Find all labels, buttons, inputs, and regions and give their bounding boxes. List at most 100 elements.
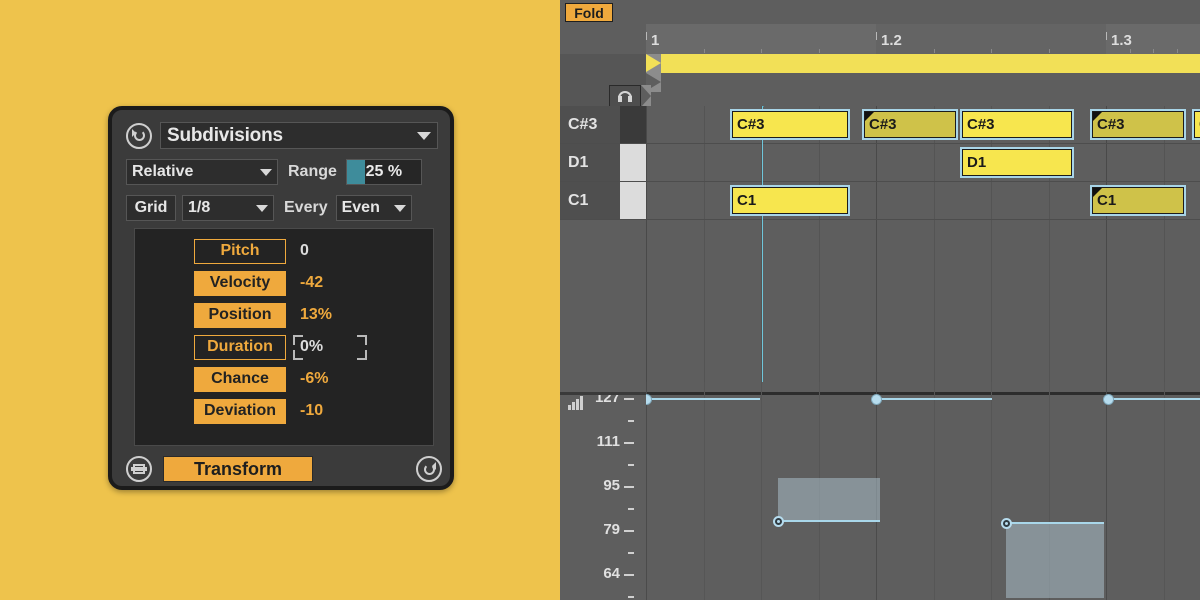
playhead (762, 106, 763, 382)
parameter-row: Chance -6% (135, 365, 433, 393)
grid-line-horizontal (646, 181, 1200, 182)
velocity-handle[interactable] (871, 394, 882, 405)
device-preset-select[interactable]: Subdivisions (160, 122, 438, 149)
parameter-row: Deviation -10 (135, 397, 433, 425)
velocity-handle[interactable] (1001, 518, 1012, 529)
every-label: Every (284, 199, 328, 216)
velocity-major-tick (624, 530, 634, 532)
parameter-toggle-duration[interactable]: Duration (194, 334, 286, 360)
midi-note[interactable]: C#3 (730, 109, 850, 140)
range-fill-bar (346, 160, 366, 184)
grid-line-horizontal (646, 219, 1200, 220)
device-title: Subdivisions (167, 124, 283, 146)
headphones-icon (618, 90, 632, 102)
piano-key-column[interactable]: C#3 D1 C1 (560, 106, 646, 382)
ruler-label: 1 (651, 32, 660, 49)
velocity-line (1108, 398, 1200, 400)
ruler-minor-tick (1129, 49, 1131, 53)
parameter-value-velocity[interactable]: -42 (300, 274, 323, 292)
velocity-grid-line (991, 382, 992, 600)
ruler-minor-tick (1048, 49, 1050, 53)
velocity-handle[interactable] (773, 516, 784, 527)
velocity-grid[interactable] (646, 382, 1200, 600)
mode-select[interactable]: Relative (126, 159, 278, 185)
chevron-down-icon (393, 204, 406, 212)
parameter-value-chance[interactable]: -6% (300, 370, 328, 388)
velocity-handle[interactable] (1103, 394, 1114, 405)
reset-circular-arrow-icon[interactable] (126, 122, 152, 149)
clip-capture-icon[interactable] (126, 456, 152, 482)
key-swatch-black[interactable] (620, 106, 646, 143)
ruler-major-tick (876, 32, 877, 40)
grid-value-select[interactable]: 1/8 (182, 195, 274, 221)
midi-note[interactable]: C1 (730, 185, 850, 216)
velocity-range-rectangle (778, 478, 880, 520)
note-probability-corner-icon (1093, 188, 1102, 197)
parameter-toggle-velocity[interactable]: Velocity (194, 270, 286, 296)
velocity-handle[interactable] (646, 394, 652, 405)
velocity-scale-label: 111 (596, 433, 620, 450)
grid-line-vertical (646, 106, 647, 382)
note-grid[interactable]: C#3C#3C#3C#3C#3D1C1C1 (646, 106, 1200, 382)
key-swatch-white[interactable] (620, 182, 646, 219)
range-input[interactable]: 25 % (345, 159, 422, 185)
midi-note[interactable]: C#3 (1090, 109, 1186, 140)
velocity-lane[interactable]: 127 111 95 79 64 (560, 382, 1200, 600)
range-value: 25 % (365, 163, 403, 180)
parameter-toggle-chance[interactable]: Chance (194, 366, 286, 392)
velocity-line (778, 520, 880, 522)
velocity-minor-tick (628, 508, 634, 510)
parameter-row: Pitch 0 (135, 237, 433, 265)
scrub-marker[interactable] (641, 85, 651, 107)
transform-button[interactable]: Transform (163, 456, 313, 482)
midi-note[interactable]: C#3 (960, 109, 1074, 140)
midi-note[interactable]: C#3 (862, 109, 958, 140)
key-swatch-white[interactable] (620, 144, 646, 181)
velocity-grid-line (934, 382, 935, 600)
velocity-scale: 127 111 95 79 64 (560, 382, 646, 600)
key-name-label: C1 (560, 182, 620, 219)
mode-range-row: Relative Range 25 % (126, 159, 442, 185)
grid-every-row: Grid 1/8 Every Even (126, 195, 442, 221)
note-editor-area[interactable]: C#3D1C1 C#3C#3C#3C#3C#3D1C1C1 (560, 106, 1200, 382)
velocity-scale-label: 95 (603, 477, 620, 494)
parameter-row: Duration 0% (135, 333, 433, 361)
refresh-regenerate-icon[interactable] (416, 456, 442, 482)
grid-select-value: 1/8 (188, 199, 211, 216)
grid-line-vertical (1106, 106, 1107, 382)
screen-root: Subdivisions Relative Range 25 % Grid 1/… (0, 0, 1200, 600)
piano-key-c1[interactable]: C1 (560, 182, 646, 220)
note-probability-corner-icon (1093, 112, 1102, 121)
loop-region-bar[interactable] (646, 54, 1200, 73)
every-select[interactable]: Even (335, 195, 412, 221)
piano-key-d1[interactable]: D1 (560, 144, 646, 182)
grid-button[interactable]: Grid (126, 195, 176, 221)
velocity-minor-tick (628, 596, 634, 598)
parameter-toggle-position[interactable]: Position (194, 302, 286, 328)
velocity-grid-line (704, 382, 705, 600)
grid-line-vertical (704, 106, 705, 382)
parameter-value-pitch[interactable]: 0 (300, 242, 309, 260)
parameter-value-deviation[interactable]: -10 (300, 402, 323, 420)
velocity-divider-left (560, 392, 646, 395)
parameter-value-duration[interactable]: 0% (300, 338, 323, 356)
parameter-value-position[interactable]: 13% (300, 306, 332, 324)
preview-headphones-button[interactable] (609, 85, 641, 107)
parameter-row: Position 13% (135, 301, 433, 329)
grid-line-vertical (1049, 106, 1050, 382)
mode-select-value: Relative (132, 163, 194, 180)
ruler-major-tick (1106, 32, 1107, 40)
midi-note[interactable]: D1 (960, 147, 1074, 178)
range-label: Range (288, 163, 337, 180)
parameter-toggle-deviation[interactable]: Deviation (194, 398, 286, 424)
fold-button[interactable]: Fold (565, 3, 613, 22)
piano-key-cs3[interactable]: C#3 (560, 106, 646, 144)
midi-note[interactable]: C#3 (1192, 109, 1200, 140)
timeline-ruler[interactable]: 1 1.2 1.3 (560, 24, 1200, 54)
parameter-toggle-pitch[interactable]: Pitch (194, 238, 286, 264)
velocity-scale-label: 79 (603, 521, 620, 538)
grid-line-vertical (876, 106, 877, 382)
ruler-minor-tick (1153, 49, 1154, 53)
loop-start-marker[interactable] (646, 54, 661, 73)
midi-note[interactable]: C1 (1090, 185, 1186, 216)
